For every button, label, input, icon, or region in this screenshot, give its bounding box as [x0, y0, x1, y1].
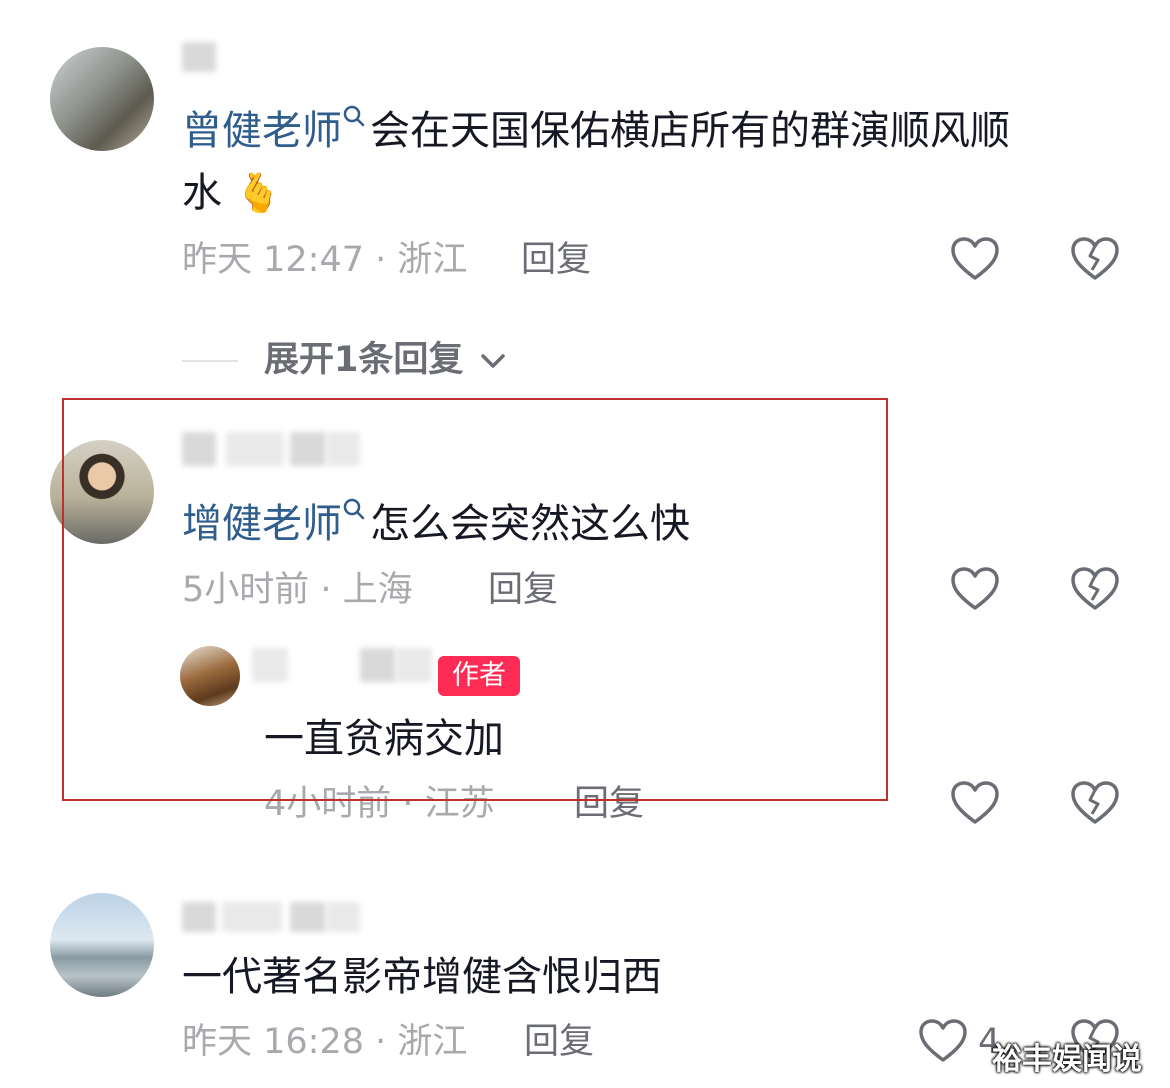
heart-hands-emoji: 🫰	[234, 171, 283, 215]
chevron-down-icon	[480, 354, 505, 368]
username-redacted[interactable]	[290, 902, 326, 932]
avatar[interactable]	[50, 47, 154, 151]
broken-heart-icon[interactable]	[1070, 236, 1120, 282]
comment-text: 一代著名影帝增健含恨归西	[182, 954, 662, 1000]
search-icon	[343, 105, 365, 127]
heart-outline-icon[interactable]	[950, 780, 1000, 826]
highlight-box	[62, 398, 888, 801]
watermark: 裕丰娱闻说	[992, 1042, 1142, 1077]
comment-meta: 昨天 12:47 · 浙江	[182, 240, 468, 280]
reply-button[interactable]: 回复	[524, 1020, 594, 1064]
broken-heart-icon[interactable]	[1070, 566, 1120, 612]
avatar[interactable]	[50, 893, 154, 997]
reply-button[interactable]: 回复	[521, 238, 591, 282]
heart-outline-icon[interactable]	[950, 566, 1000, 612]
heart-outline-icon[interactable]	[950, 236, 1000, 282]
username-redacted[interactable]	[326, 902, 360, 932]
username-redacted[interactable]	[182, 902, 216, 932]
heart-outline-icon[interactable]	[918, 1018, 968, 1064]
mention-link[interactable]: 曾健老师	[182, 105, 370, 154]
comment-meta: 昨天 16:28 · 浙江	[182, 1022, 468, 1062]
divider	[182, 360, 238, 362]
username-redacted[interactable]	[182, 42, 216, 72]
username-redacted[interactable]	[222, 902, 282, 932]
broken-heart-icon[interactable]	[1070, 780, 1120, 826]
comment-text-line2: 水 🫰	[182, 170, 283, 216]
expand-replies-label[interactable]: 展开1条回复	[264, 338, 508, 382]
comment-text: 曾健老师 会在天国保佑横店所有的群演顺风顺	[182, 100, 1010, 162]
